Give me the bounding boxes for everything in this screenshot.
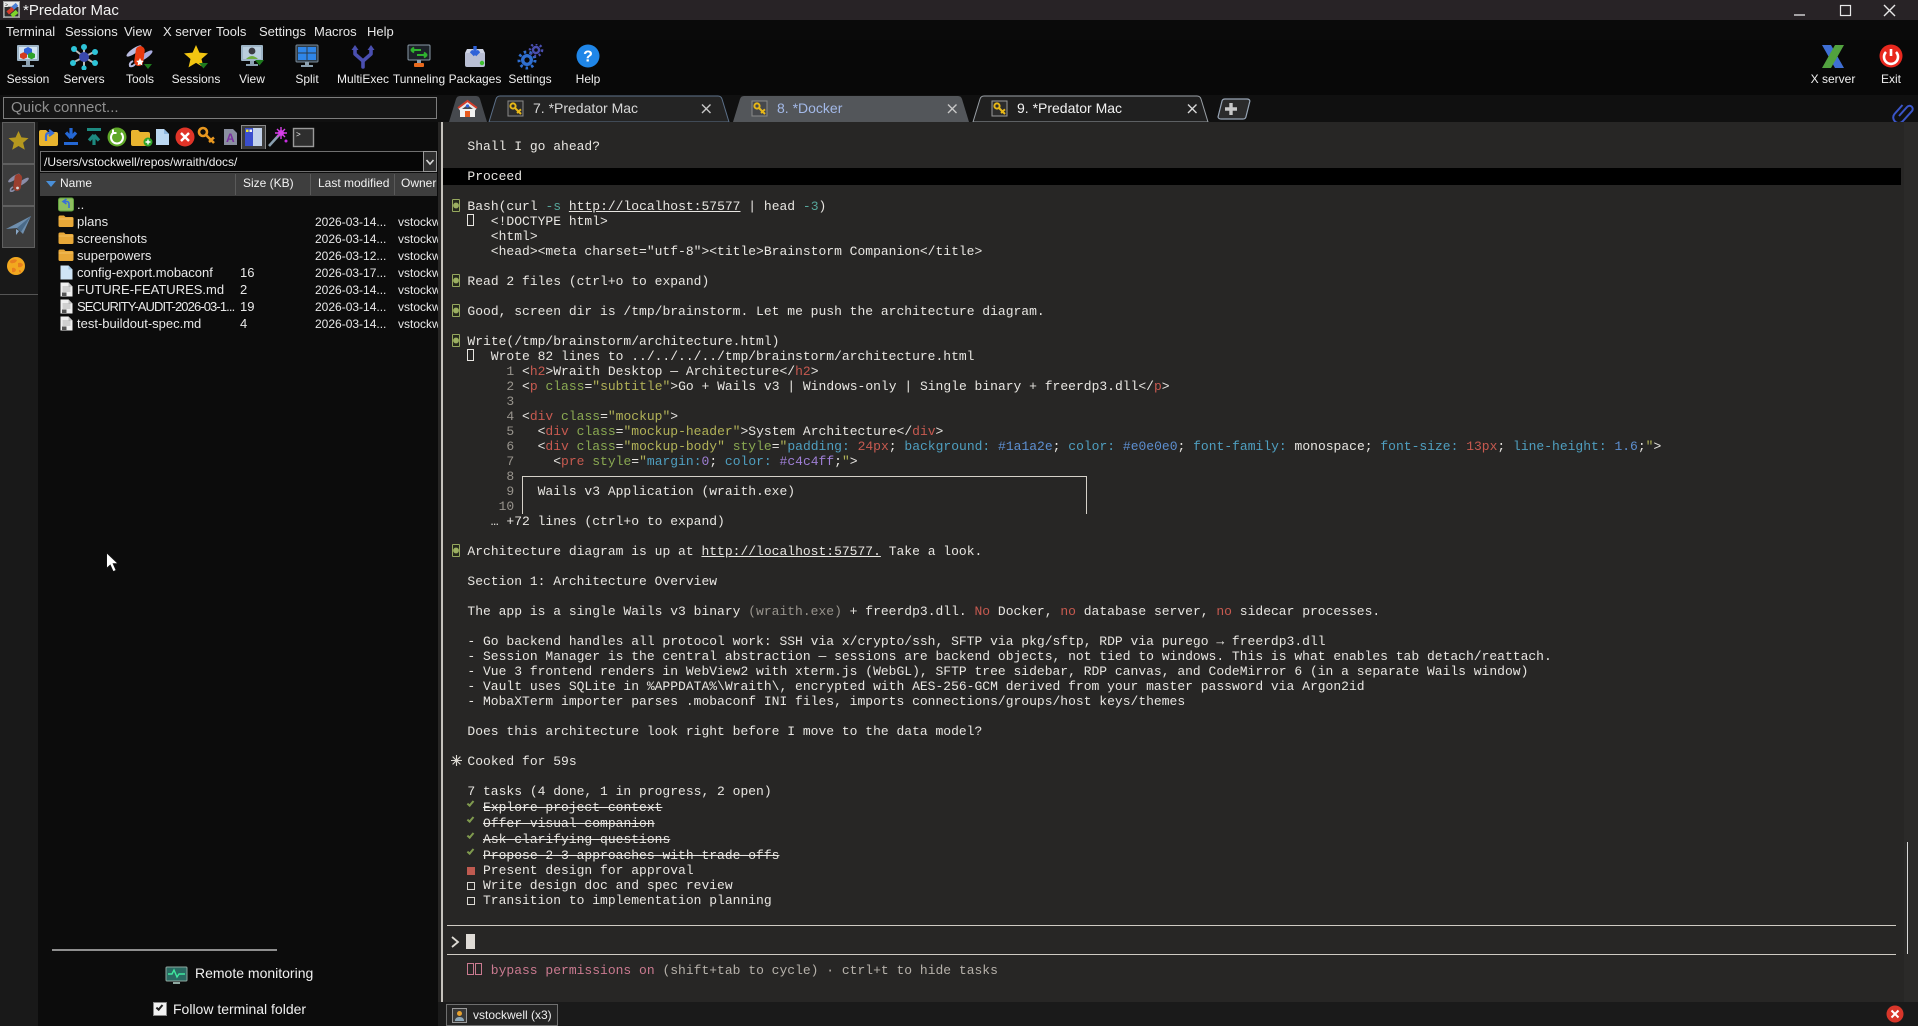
svg-text:>: > <box>296 131 301 140</box>
svg-text:8. *Docker: 8. *Docker <box>777 100 843 116</box>
svg-text:7. *Predator Mac: 7. *Predator Mac <box>533 100 638 116</box>
svg-text:A: A <box>226 131 235 145</box>
svg-text:9. *Predator Mac: 9. *Predator Mac <box>1017 100 1122 116</box>
svg-text:?: ? <box>583 49 593 66</box>
